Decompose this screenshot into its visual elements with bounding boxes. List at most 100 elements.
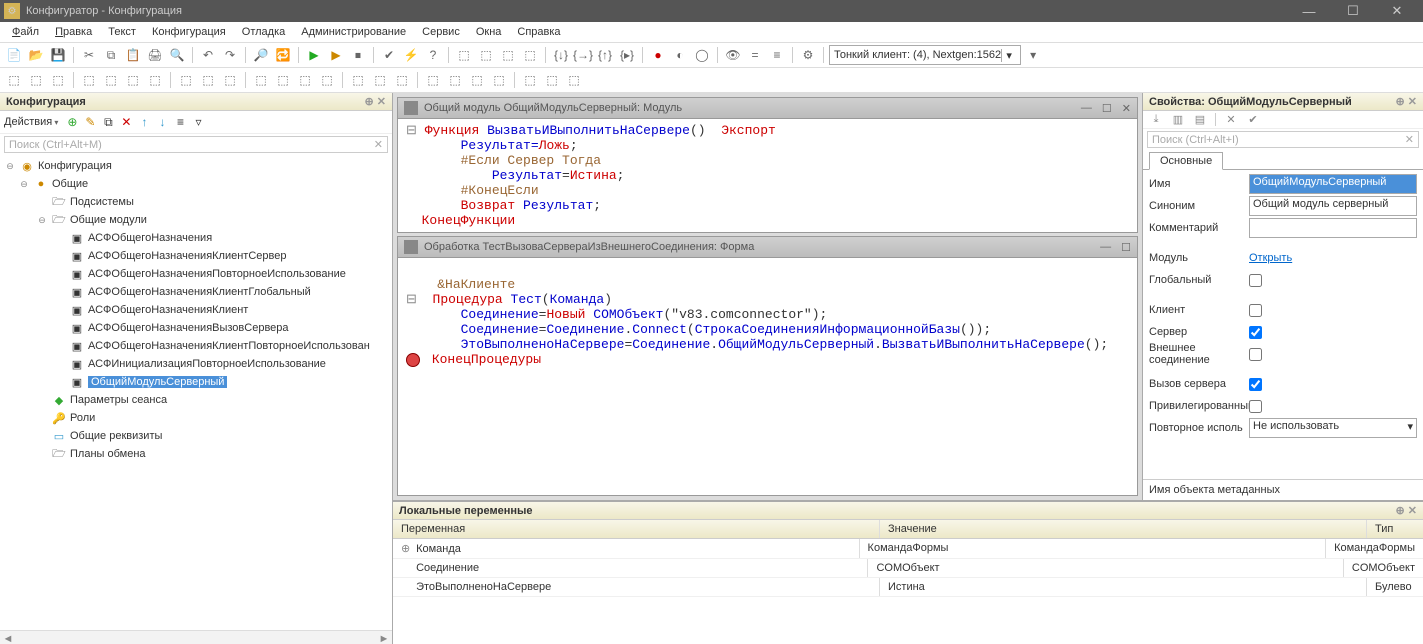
t2-13-icon[interactable]: ⬚ xyxy=(295,70,315,90)
locals-col-var[interactable]: Переменная xyxy=(393,520,880,538)
step-cursor-icon[interactable]: {▸} xyxy=(617,45,637,65)
mdi-min-icon[interactable]: — xyxy=(1081,102,1092,115)
run-icon[interactable]: ▶ xyxy=(304,45,324,65)
minimize-button[interactable]: — xyxy=(1287,0,1331,22)
replace-icon[interactable]: 🔁 xyxy=(273,45,293,65)
menu-text[interactable]: Текст xyxy=(100,24,144,40)
tree-mod-0[interactable]: ▣АСФОбщегоНазначения xyxy=(0,229,392,247)
locals-row-2[interactable]: Соединение COMОбъект COMОбъект xyxy=(393,559,1423,578)
gear-icon[interactable]: ⚙ xyxy=(798,45,818,65)
t2-24-icon[interactable]: ⬚ xyxy=(564,70,584,90)
down-icon[interactable]: ↓ xyxy=(154,114,170,130)
search-icon[interactable]: 🔍 xyxy=(167,45,187,65)
filter-icon[interactable]: ▿ xyxy=(190,114,206,130)
paste-icon[interactable]: 📋 xyxy=(123,45,143,65)
t2-8-icon[interactable]: ⬚ xyxy=(176,70,196,90)
menu-config[interactable]: Конфигурация xyxy=(144,24,234,40)
copy-icon[interactable]: ⧉ xyxy=(101,45,121,65)
tree-common[interactable]: ⊖● Общие xyxy=(0,175,392,193)
menu-windows[interactable]: Окна xyxy=(468,24,510,40)
locals-row-1[interactable]: ⊕ Команда КомандаФормы КомандаФормы xyxy=(393,539,1423,559)
menu-edit[interactable]: Правка xyxy=(47,24,100,40)
locals-col-val[interactable]: Значение xyxy=(880,520,1367,538)
t2-11-icon[interactable]: ⬚ xyxy=(251,70,271,90)
tool-d-icon[interactable]: ⬚ xyxy=(520,45,540,65)
props-search[interactable]: Поиск (Ctrl+Alt+I) ✕ xyxy=(1147,131,1419,148)
bp-toggle-icon[interactable]: ● xyxy=(648,45,668,65)
tree-search[interactable]: Поиск (Ctrl+Alt+M) ✕ xyxy=(4,136,388,153)
t2-6-icon[interactable]: ⬚ xyxy=(123,70,143,90)
maximize-button[interactable]: ☐ xyxy=(1331,0,1375,22)
open-icon[interactable]: 📂 xyxy=(26,45,46,65)
locals-row-3[interactable]: ЭтоВыполненоНаСервере Истина Булево xyxy=(393,578,1423,597)
clone-icon[interactable]: ⧉ xyxy=(100,114,116,130)
attach-icon[interactable]: ▾ xyxy=(1023,45,1043,65)
t2-7-icon[interactable]: ⬚ xyxy=(145,70,165,90)
tree-mod-8[interactable]: ▣ОбщийМодульСерверный xyxy=(0,373,392,391)
tree-common-modules[interactable]: ⊖🗁 Общие модули xyxy=(0,211,392,229)
tool-c-icon[interactable]: ⬚ xyxy=(498,45,518,65)
cat-icon[interactable]: ▥ xyxy=(1169,113,1187,126)
find-icon[interactable]: 🔎 xyxy=(251,45,271,65)
prop-priv-checkbox[interactable] xyxy=(1249,400,1262,413)
redo-icon[interactable]: ↷ xyxy=(220,45,240,65)
add-icon[interactable]: ⊕ xyxy=(64,114,80,130)
watch-icon[interactable]: 👁 xyxy=(723,45,743,65)
tree-mod-4[interactable]: ▣АСФОбщегоНазначенияКлиент xyxy=(0,301,392,319)
t2-2-icon[interactable]: ⬚ xyxy=(26,70,46,90)
step-over-icon[interactable]: {→} xyxy=(573,45,593,65)
tree-roles[interactable]: 🔑Роли xyxy=(0,409,392,427)
tree-plans[interactable]: 🗁Планы обмена xyxy=(0,445,392,463)
alpha-icon[interactable]: ▤ xyxy=(1191,113,1209,126)
new-icon[interactable]: 📄 xyxy=(4,45,24,65)
pin-icon[interactable]: ⊕ ✕ xyxy=(365,95,387,108)
tree-mod-1[interactable]: ▣АСФОбщегоНазначенияКлиентСервер xyxy=(0,247,392,265)
prop-servercall-checkbox[interactable] xyxy=(1249,378,1262,391)
t2-10-icon[interactable]: ⬚ xyxy=(220,70,240,90)
check-icon[interactable]: ✔ xyxy=(379,45,399,65)
bp-cond-icon[interactable]: ◐ xyxy=(670,45,690,65)
menu-service[interactable]: Сервис xyxy=(414,24,468,40)
mdi-max-icon[interactable]: ☐ xyxy=(1102,102,1112,115)
t2-18-icon[interactable]: ⬚ xyxy=(423,70,443,90)
save-icon[interactable]: 💾 xyxy=(48,45,68,65)
t2-1-icon[interactable]: ⬚ xyxy=(4,70,24,90)
locals-col-type[interactable]: Тип xyxy=(1367,520,1423,538)
undo-icon[interactable]: ↶ xyxy=(198,45,218,65)
step-out-icon[interactable]: {↑} xyxy=(595,45,615,65)
tree-root[interactable]: ⊖◉ Конфигурация xyxy=(0,157,392,175)
mdi-close-icon[interactable]: ✕ xyxy=(1122,102,1131,115)
del-prop-icon[interactable]: ✕ xyxy=(1222,113,1240,126)
props-search-clear-icon[interactable]: ✕ xyxy=(1405,133,1414,146)
t2-21-icon[interactable]: ⬚ xyxy=(489,70,509,90)
tree-mod-2[interactable]: ▣АСФОбщегоНазначенияПовторноеИспользован… xyxy=(0,265,392,283)
cut-icon[interactable]: ✂ xyxy=(79,45,99,65)
edit-icon[interactable]: ✎ xyxy=(82,114,98,130)
t2-19-icon[interactable]: ⬚ xyxy=(445,70,465,90)
stop-icon[interactable]: ⏹ xyxy=(348,45,368,65)
breakpoint-icon[interactable] xyxy=(406,353,420,367)
close-button[interactable]: ✕ xyxy=(1375,0,1419,22)
clear-search-icon[interactable]: ✕ xyxy=(374,138,383,151)
t2-4-icon[interactable]: ⬚ xyxy=(79,70,99,90)
debug-icon[interactable]: ▶ xyxy=(326,45,346,65)
menu-file[interactable]: Файл xyxy=(4,24,47,40)
code-area-1[interactable]: ⊟ Функция ВызватьИВыполнитьНаСервере() Э… xyxy=(398,119,1137,232)
client-combo[interactable]: Тонкий клиент: (4), Nextgen:1562 ▾ xyxy=(829,45,1021,65)
tool-a-icon[interactable]: ⬚ xyxy=(454,45,474,65)
t2-12-icon[interactable]: ⬚ xyxy=(273,70,293,90)
mdi2-min-icon[interactable]: — xyxy=(1100,241,1111,254)
t2-5-icon[interactable]: ⬚ xyxy=(101,70,121,90)
delete-icon[interactable]: ✕ xyxy=(118,114,134,130)
prop-reuse-combo[interactable]: Не использовать ▾ xyxy=(1249,418,1417,438)
t2-20-icon[interactable]: ⬚ xyxy=(467,70,487,90)
help-icon[interactable]: ? xyxy=(423,45,443,65)
eval-icon[interactable]: = xyxy=(745,45,765,65)
tree-mod-5[interactable]: ▣АСФОбщегоНазначенияВызовСервера xyxy=(0,319,392,337)
t2-23-icon[interactable]: ⬚ xyxy=(542,70,562,90)
props-pin-icon[interactable]: ⊕ ✕ xyxy=(1396,95,1418,108)
print-icon[interactable]: 🖨 xyxy=(145,45,165,65)
list-icon[interactable]: ≡ xyxy=(172,114,188,130)
locals-pin-icon[interactable]: ⊕ ✕ xyxy=(1396,504,1418,517)
up-icon[interactable]: ↑ xyxy=(136,114,152,130)
